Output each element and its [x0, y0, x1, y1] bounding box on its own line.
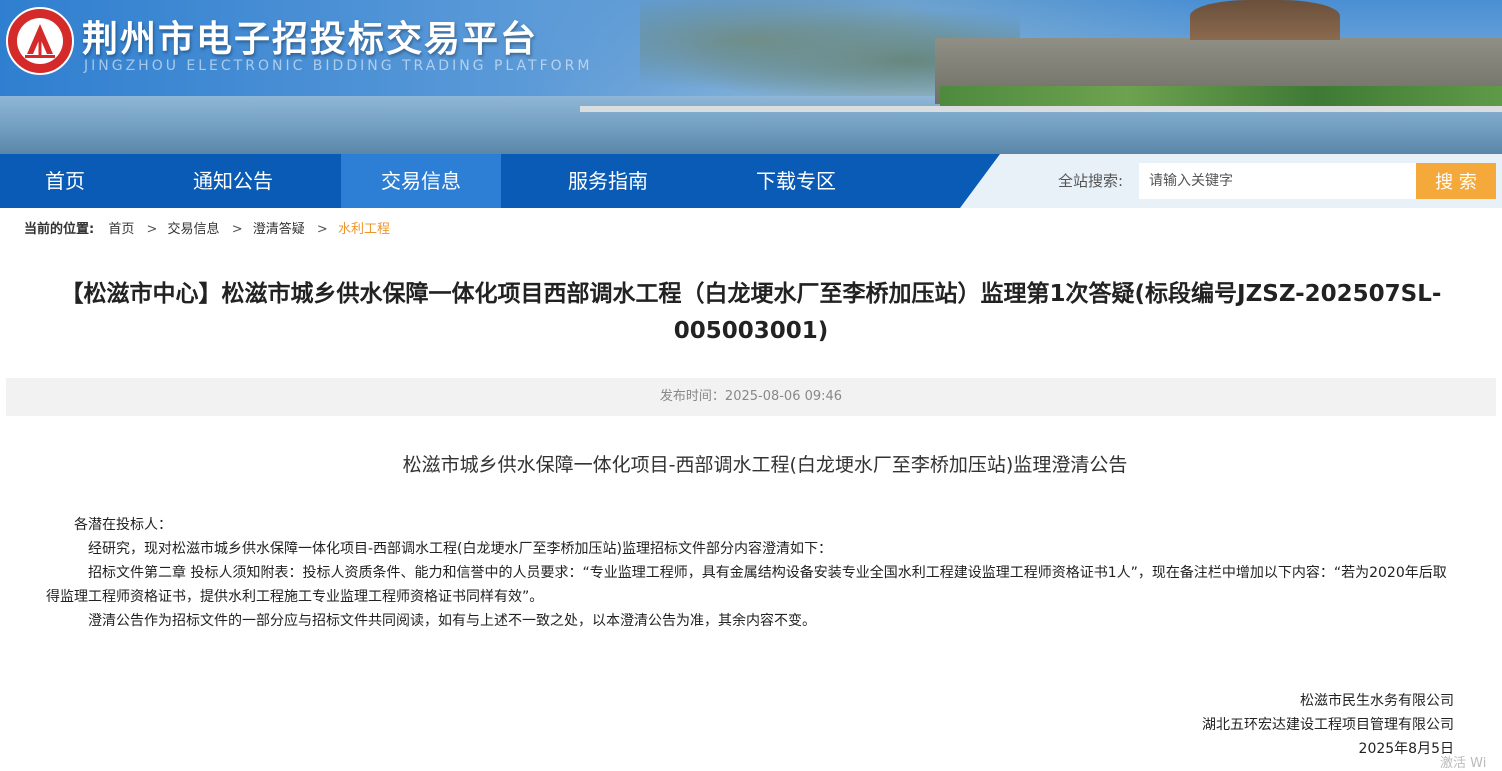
- nav-item-home[interactable]: 首页: [0, 154, 130, 208]
- article-title: 【松滋市中心】松滋市城乡供水保障一体化项目西部调水工程（白龙埂水厂至李桥加压站）…: [60, 281, 1442, 344]
- site-subtitle: JINGZHOU ELECTRONIC BIDDING TRADING PLAT…: [84, 58, 593, 74]
- notice-title: 松滋市城乡供水保障一体化项目-西部调水工程(白龙埂水厂至李桥加压站)监理澄清公告: [402, 454, 1128, 476]
- body-paragraph: 经研究，现对松滋市城乡供水保障一体化项目-西部调水工程(白龙埂水厂至李桥加压站)…: [88, 541, 832, 557]
- site-title: 荆州市电子招投标交易平台: [82, 19, 539, 60]
- search-input[interactable]: [1139, 163, 1416, 199]
- body-paragraph: 澄清公告作为招标文件的一部分应与招标文件共同阅读，如有与上述不一致之处，以本澄清…: [88, 613, 816, 629]
- breadcrumb-separator: >: [316, 222, 328, 237]
- breadcrumb: 当前的位置: 首页 > 交易信息 > 澄清答疑 > 水利工程: [24, 218, 390, 237]
- signature-date: 2025年8月5日: [1358, 741, 1454, 757]
- nav-item-trade-info[interactable]: 交易信息: [341, 154, 501, 208]
- nav-item-notices[interactable]: 通知公告: [163, 154, 303, 208]
- breadcrumb-current[interactable]: 水利工程: [338, 222, 390, 237]
- signature-block: 松滋市民生水务有限公司 湖北五环宏达建设工程项目管理有限公司 2025年8月5日: [1202, 689, 1454, 761]
- nav-item-downloads[interactable]: 下载专区: [726, 154, 866, 208]
- banner-greenery: [940, 86, 1502, 108]
- breadcrumb-separator: >: [231, 222, 243, 237]
- salutation: 各潜在投标人：: [74, 517, 172, 533]
- banner-railing: [580, 106, 1502, 112]
- breadcrumb-home[interactable]: 首页: [108, 222, 134, 237]
- signatory-agent: 湖北五环宏达建设工程项目管理有限公司: [1202, 717, 1454, 733]
- search-button[interactable]: 搜 索: [1416, 163, 1496, 199]
- nav-item-service-guide[interactable]: 服务指南: [538, 154, 678, 208]
- article-body: 各潜在投标人： 经研究，现对松滋市城乡供水保障一体化项目-西部调水工程(白龙埂水…: [46, 513, 1451, 633]
- publish-time: 发布时间：2025-08-06 09:46: [659, 389, 843, 404]
- breadcrumb-label: 当前的位置:: [24, 222, 95, 237]
- breadcrumb-separator: >: [146, 222, 158, 237]
- body-paragraph: 招标文件第二章 投标人须知附表：投标人资质条件、能力和信誉中的人员要求：“专业监…: [46, 565, 1447, 605]
- signatory-tenderer: 松滋市民生水务有限公司: [1300, 693, 1454, 709]
- os-activation-watermark: 激活 Wi: [1440, 756, 1487, 771]
- publish-time-bar: 发布时间：2025-08-06 09:46: [6, 378, 1496, 416]
- breadcrumb-trade-info[interactable]: 交易信息: [168, 222, 220, 237]
- breadcrumb-clarification[interactable]: 澄清答疑: [253, 222, 305, 237]
- logo-emblem-icon: [25, 24, 55, 58]
- search-label: 全站搜索:: [1058, 172, 1124, 190]
- banner-tower: [1190, 0, 1340, 40]
- site-logo[interactable]: [6, 7, 74, 75]
